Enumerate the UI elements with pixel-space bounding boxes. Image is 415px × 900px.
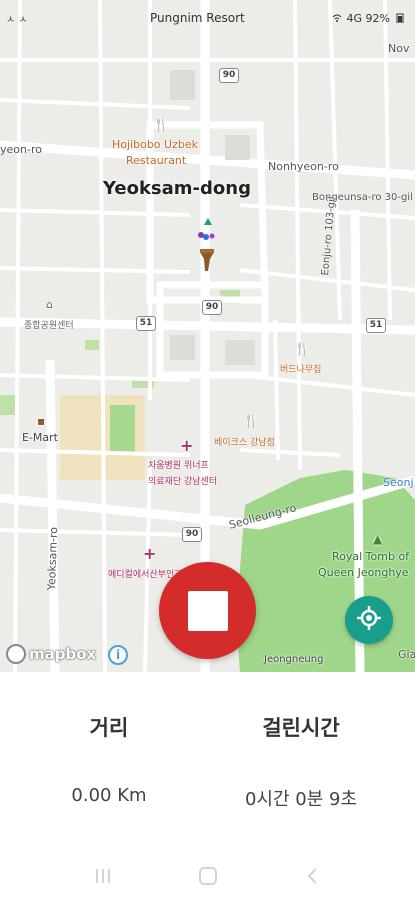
- street-label-nonhyeon-left: yeon-ro: [0, 143, 42, 156]
- hospital-icon-2: +: [143, 544, 157, 563]
- poi-cafe-1: 버드나무집: [280, 365, 322, 375]
- elapsed-time-value: 0시간 0분 9초: [244, 789, 358, 810]
- back-icon[interactable]: [301, 866, 325, 886]
- distance-label: 거리: [89, 716, 129, 740]
- poi-emart: E-Mart: [22, 431, 58, 444]
- crosshair-icon: [356, 605, 382, 635]
- mapbox-logo-icon: [6, 644, 26, 664]
- home-icon[interactable]: [196, 866, 220, 886]
- cafe-icon-2: 🍴: [243, 414, 260, 429]
- district-label: Yeoksam-dong: [103, 178, 251, 199]
- shop-icon: ▪: [37, 414, 46, 428]
- status-location-text: Pungnim Resort: [150, 11, 245, 25]
- recent-apps-icon[interactable]: [91, 866, 115, 886]
- poi-restaurant-line2: Restaurant: [126, 154, 187, 167]
- poi-royal-tomb-line2: Queen Jeonghye: [318, 566, 409, 579]
- info-icon[interactable]: i: [108, 645, 128, 665]
- building-icon: ⌂: [46, 298, 53, 311]
- poi-hospital-line2: 의료재단 강남센터: [148, 477, 218, 487]
- street-label-gia: Gia: [398, 648, 415, 661]
- route-shield-90-mid: 90: [202, 300, 222, 315]
- status-bar: ㅅ ㅅ Pungnim Resort 4G 92%: [0, 0, 415, 36]
- street-label-seon: Seonj: [383, 476, 414, 489]
- poi-center: 종합공원센터: [24, 321, 74, 331]
- tomb-icon: ▲: [373, 532, 383, 546]
- restaurant-icon: 🍴: [153, 118, 170, 133]
- cafe-icon-1: 🍴: [294, 342, 311, 357]
- stop-icon: [187, 590, 228, 631]
- locate-me-button[interactable]: [345, 596, 393, 644]
- status-system-icons: 4G 92%: [332, 12, 405, 25]
- stop-recording-button[interactable]: [159, 562, 256, 659]
- poi-royal-tomb-line1: Royal Tomb of: [332, 550, 410, 563]
- route-shield-90-top: 90: [219, 68, 239, 83]
- elapsed-time-label: 걸린시간: [262, 716, 340, 740]
- street-label-nov: Nov: [388, 42, 410, 55]
- battery-icon: [395, 13, 405, 24]
- street-label-nonhyeon-right: Nonhyeon-ro: [268, 160, 339, 173]
- app-screen: ㅅ ㅅ Pungnim Resort 4G 92% Yeoksam-dong y…: [0, 0, 415, 900]
- mapbox-attribution-text: mapbox: [29, 645, 97, 663]
- route-shield-90-bottom: 90: [182, 527, 202, 542]
- route-shield-51-left: 51: [136, 316, 156, 331]
- wifi-icon: [332, 13, 342, 23]
- poi-cafe-2: 베이크스 강남점: [214, 438, 275, 448]
- route-shield-51-right: 51: [366, 318, 386, 333]
- poi-restaurant-line1: Hojibobo Uzbek: [112, 138, 198, 151]
- poi-hospital-line1: 차움병원 위너프: [148, 461, 209, 471]
- status-notifications: ㅅ ㅅ: [6, 14, 28, 26]
- poi-jeongneung: Jeongneung: [264, 654, 324, 665]
- hospital-icon-1: +: [180, 436, 194, 455]
- street-label-yeoksam: Yeoksam-ro: [45, 526, 61, 591]
- status-signal-text: 4G 92%: [346, 11, 390, 25]
- distance-value: 0.00 Km: [71, 785, 147, 806]
- current-location-marker: [192, 215, 222, 275]
- system-nav-bar: [0, 852, 415, 900]
- mapbox-attribution[interactable]: mapbox: [6, 644, 96, 664]
